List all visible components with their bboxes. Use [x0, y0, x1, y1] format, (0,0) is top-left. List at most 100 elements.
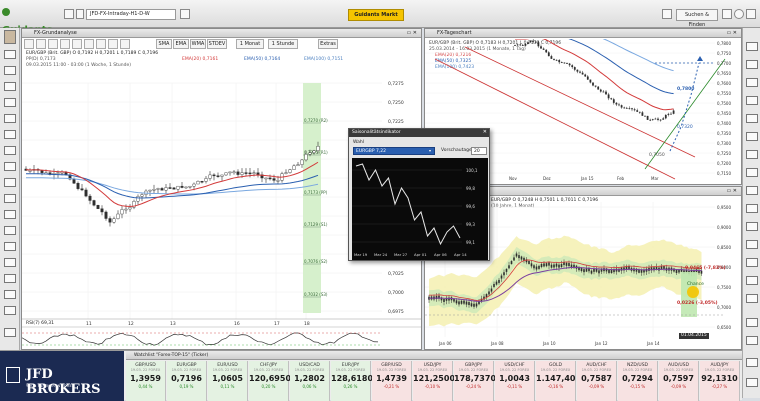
user-icon[interactable] [746, 9, 756, 19]
bell-icon[interactable] [4, 162, 16, 171]
price-axis-label: 0,7600 [717, 81, 731, 86]
crosshair-icon[interactable] [746, 78, 758, 87]
expand-icon[interactable] [746, 358, 758, 367]
symbol-select[interactable]: EURGBP 7,22 [353, 147, 435, 155]
ticker-item[interactable]: EUR/GBP 19.03. 22 FOREX 0,7196 0,19 % [167, 361, 207, 401]
info-icon[interactable] [4, 306, 16, 315]
wma-button[interactable]: WMA [190, 39, 206, 49]
template-icon[interactable] [60, 39, 70, 49]
extras-button[interactable]: Extras [318, 39, 338, 49]
ticker-item[interactable]: GBP/USD 19.03. 22 FOREX 1,3959 0,44 % [126, 361, 166, 401]
measure-icon[interactable] [746, 222, 758, 231]
compare-icon[interactable] [36, 39, 46, 49]
refresh-icon[interactable] [120, 39, 130, 49]
collapse-icon[interactable] [4, 328, 16, 337]
chat-icon[interactable] [4, 114, 16, 123]
seasonality-dialog[interactable]: Saisonalitätsindikator ✕ Wahl EURGBP 7,2… [348, 128, 490, 261]
draw-icon[interactable] [72, 39, 82, 49]
star-icon[interactable] [4, 178, 16, 187]
preview-days-input[interactable]: 20 [471, 147, 487, 155]
guidants-market-button[interactable]: Guidants Markt [348, 9, 404, 21]
ticker-item[interactable]: AUD/JPY 19.03. 22 FOREX 92,1310 -0,27 % [700, 361, 740, 401]
close-icon[interactable]: ✕ [483, 129, 487, 135]
folder-icon[interactable] [4, 130, 16, 139]
home-icon[interactable] [64, 9, 74, 19]
mail-icon[interactable] [4, 146, 16, 155]
list-icon[interactable] [4, 50, 16, 59]
chart-type-icon[interactable] [24, 39, 34, 49]
arrow-tool-icon[interactable] [746, 168, 758, 177]
add-tab-icon[interactable] [180, 9, 190, 19]
trash-icon[interactable] [746, 294, 758, 303]
ticker-item[interactable]: USD/JPY 19.03. 22 FOREX 121,2500 -0,10 % [413, 361, 455, 401]
channel-tool-icon[interactable] [746, 114, 758, 123]
sma-button[interactable]: SMA [156, 39, 172, 49]
ticker-item[interactable]: AUD/CHF 19.03. 22 FOREX 0,7587 -0,09 % [577, 361, 617, 401]
ticker-item[interactable]: EUR/JPY 19.03. 22 FOREX 128,6180 0,26 % [331, 361, 373, 401]
panel-window-controls[interactable]: ▭ ✕ [406, 30, 417, 36]
ticker-item[interactable]: USD/CAD 19.03. 22 FOREX 1,2802 0,06 % [290, 361, 330, 401]
export-icon[interactable] [96, 39, 106, 49]
ticker-item[interactable]: AUD/USD 19.03. 22 FOREX 0,7597 -0,09 % [659, 361, 699, 401]
calendar-icon[interactable] [4, 98, 16, 107]
candle [88, 195, 92, 201]
ema50-legend: EMA(50) 0,7164 [244, 57, 281, 62]
ticker-item[interactable]: GOLD 19.03. 22 FOREX 1.147,40 -0,16 % [536, 361, 576, 401]
grid-icon[interactable] [4, 194, 16, 203]
alarm-icon[interactable] [84, 39, 94, 49]
ticker-value: 0,7294 [622, 374, 653, 383]
ticker-item[interactable]: EUR/USD 19.03. 22 FOREX 1,0605 0,11 % [208, 361, 248, 401]
interval-select[interactable]: 1 Stunde [268, 39, 298, 49]
tools-icon[interactable] [4, 242, 16, 251]
ticker-value: 120,6950 [249, 374, 292, 383]
notifications-icon[interactable] [722, 9, 732, 19]
zoom-out-icon[interactable] [746, 60, 758, 69]
stdev-button[interactable]: STDEV [207, 39, 227, 49]
ema-button[interactable]: EMA [173, 39, 189, 49]
range-select[interactable]: 1 Monat [236, 39, 264, 49]
guidants-logo[interactable]: Guidants [2, 4, 58, 36]
ticker-item[interactable]: GBP/JPY 19.03. 22 FOREX 178,7370 -0,24 % [454, 361, 496, 401]
scroll-down-icon[interactable] [746, 378, 758, 387]
ticker-item[interactable]: CHF/JPY 19.03. 22 FOREX 120,6950 0,20 % [249, 361, 292, 401]
text-tool-icon[interactable] [746, 150, 758, 159]
line-tool-icon[interactable] [746, 96, 758, 105]
fullscreen-icon[interactable] [108, 39, 118, 49]
panel-window-controls[interactable]: ▭ ✕ [726, 30, 737, 36]
filter-icon[interactable] [4, 274, 16, 283]
news-icon[interactable] [4, 82, 16, 91]
jfd-brokers-logo[interactable]: JFD BROKERS YOUR PARTNER IN FOREX [0, 351, 124, 401]
dropdown-icon[interactable] [76, 9, 84, 19]
avatar[interactable] [4, 30, 16, 44]
help-icon[interactable] [734, 9, 744, 19]
ticker-item[interactable]: USD/CHF 19.03. 22 FOREX 1,0043 -0,11 % [495, 361, 535, 401]
rectangle-tool-icon[interactable] [746, 186, 758, 195]
candle [220, 174, 224, 177]
ticker-item[interactable]: GBP/USD 19.03. 22 FOREX 1,4739 -0,21 % [372, 361, 412, 401]
lock-icon[interactable] [746, 258, 758, 267]
bookmark-icon[interactable] [4, 290, 16, 299]
magnet-icon[interactable] [746, 240, 758, 249]
settings-icon[interactable] [662, 9, 672, 19]
chart-icon[interactable] [4, 66, 16, 75]
eye-icon[interactable] [746, 276, 758, 285]
zoom-in-icon[interactable] [746, 42, 758, 51]
candle [284, 172, 288, 174]
candle [463, 300, 465, 304]
chevron-down-icon[interactable]: ▾ [429, 148, 435, 154]
undo-icon[interactable] [746, 318, 758, 327]
panel-window-controls[interactable]: ▭ ✕ [726, 188, 737, 194]
search-find-button[interactable]: Suchen & Finden [676, 9, 718, 28]
print-icon[interactable] [4, 226, 16, 235]
workspace-tab[interactable]: JFD-FX-Intraday-H1-D-W [86, 9, 176, 20]
ellipse-tool-icon[interactable] [746, 204, 758, 213]
fibonacci-icon[interactable] [746, 132, 758, 141]
candle [657, 118, 659, 120]
candle [490, 288, 493, 292]
layout-icon[interactable] [4, 258, 16, 267]
candle [465, 301, 468, 305]
share-icon[interactable] [4, 210, 16, 219]
indicator-icon[interactable] [48, 39, 58, 49]
ticker-item[interactable]: NZD/USD 19.03. 22 FOREX 0,7294 -0,15 % [618, 361, 658, 401]
redo-icon[interactable] [746, 336, 758, 345]
